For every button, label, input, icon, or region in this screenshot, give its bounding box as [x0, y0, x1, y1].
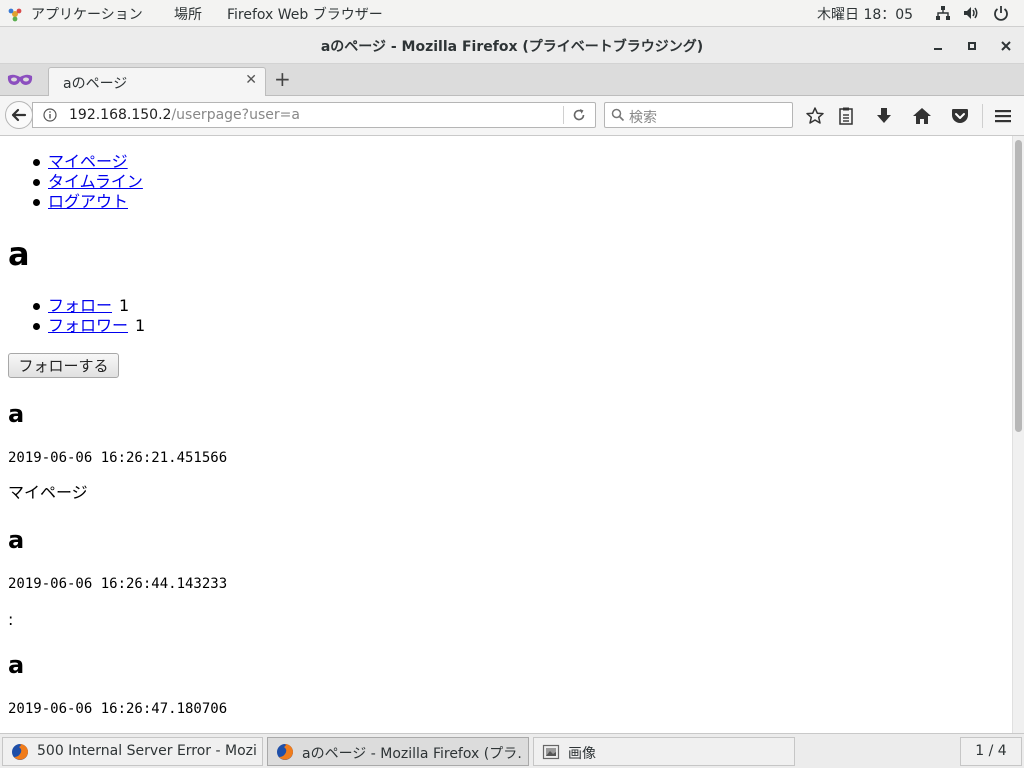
- navigation-toolbar: 192.168.150.2/userpage?user=a 検索: [0, 96, 1024, 136]
- site-nav-list: マイページ タイムライン ログアウト: [0, 152, 143, 212]
- tab-title: aのページ: [63, 76, 128, 92]
- page-scrollbar[interactable]: [1012, 136, 1024, 733]
- post-body: :: [8, 610, 14, 629]
- image-viewer-icon: [542, 744, 560, 760]
- post-timestamp: 2019-06-06 16:26:47.180706: [8, 701, 228, 717]
- power-icon[interactable]: [993, 5, 1009, 21]
- url-divider: [563, 106, 564, 124]
- volume-icon[interactable]: [963, 5, 981, 21]
- firefox-icon: [277, 744, 293, 760]
- follow-button[interactable]: フォローする: [8, 353, 119, 378]
- list-item: タイムライン: [0, 172, 143, 192]
- hamburger-menu-icon[interactable]: [993, 106, 1013, 126]
- scrollbar-thumb[interactable]: [1015, 140, 1022, 432]
- bookmark-star-icon[interactable]: [805, 106, 825, 126]
- window-title: aのページ - Mozilla Firefox (プライベートブラウジング): [320, 39, 704, 55]
- applications-icon[interactable]: [7, 6, 23, 22]
- logout-link[interactable]: ログアウト: [48, 192, 128, 211]
- follow-stats-list: フォロー 1 フォロワー 1: [0, 296, 145, 336]
- post-author: a: [8, 400, 25, 428]
- new-tab-button[interactable]: +: [274, 68, 291, 90]
- places-menu[interactable]: 場所: [174, 4, 202, 24]
- url-host: 192.168.150.2: [69, 107, 172, 123]
- window-list-taskbar: 500 Internal Server Error - Mozilla … aの…: [0, 733, 1024, 768]
- close-icon: [1001, 41, 1011, 51]
- page-content: マイページ タイムライン ログアウト a フォロー 1 フォロワー 1 フォローする…: [0, 136, 1012, 733]
- taskbar-item-label: aのページ - Mozilla Firefox (プラ…: [302, 746, 522, 762]
- list-item: マイページ: [0, 152, 143, 172]
- followers-count: 1: [135, 316, 146, 335]
- taskbar-item-active[interactable]: aのページ - Mozilla Firefox (プラ…: [267, 737, 529, 766]
- list-item: ログアウト: [0, 192, 143, 212]
- pocket-icon[interactable]: [950, 106, 970, 126]
- post-author: a: [8, 651, 25, 679]
- taskbar-item[interactable]: 画像: [533, 737, 795, 766]
- post-body: マイページ: [8, 483, 88, 502]
- close-window-button[interactable]: [996, 36, 1016, 56]
- site-info-icon[interactable]: [43, 108, 57, 122]
- toolbar-divider: [982, 104, 983, 128]
- url-bar[interactable]: 192.168.150.2/userpage?user=a: [32, 102, 596, 128]
- applications-menu[interactable]: アプリケーション: [31, 4, 143, 24]
- list-item: フォロー 1: [0, 296, 145, 316]
- clock[interactable]: 木曜日 18：05: [817, 4, 913, 24]
- back-arrow-icon: [11, 108, 27, 122]
- tab-close-icon[interactable]: ✕: [245, 72, 257, 88]
- taskbar-item[interactable]: 500 Internal Server Error - Mozilla …: [2, 737, 263, 766]
- taskbar-item-label: 画像: [568, 746, 596, 762]
- mypage-link[interactable]: マイページ: [48, 152, 128, 171]
- list-item: フォロワー 1: [0, 316, 145, 336]
- taskbar-item-label: 500 Internal Server Error - Mozilla …: [37, 743, 257, 759]
- workspace-indicator[interactable]: 1 / 4: [960, 737, 1022, 766]
- post-timestamp: 2019-06-06 16:26:21.451566: [8, 450, 228, 466]
- search-icon: [611, 108, 625, 122]
- minimize-icon: [934, 48, 942, 50]
- tab-strip: aのページ ✕ +: [0, 64, 1024, 96]
- timeline-link[interactable]: タイムライン: [48, 172, 143, 191]
- url-path: /userpage?user=a: [171, 107, 300, 123]
- search-placeholder: 検索: [629, 110, 657, 126]
- maximize-icon: [968, 42, 976, 50]
- search-bar[interactable]: 検索: [604, 102, 793, 128]
- followers-link[interactable]: フォロワー: [48, 316, 128, 335]
- network-icon[interactable]: [935, 5, 951, 21]
- maximize-button[interactable]: [962, 36, 982, 56]
- reload-icon[interactable]: [571, 107, 587, 123]
- download-icon[interactable]: [874, 106, 894, 126]
- home-icon[interactable]: [912, 106, 932, 126]
- minimize-button[interactable]: [928, 36, 948, 56]
- back-button[interactable]: [5, 101, 33, 129]
- bookmarks-list-icon[interactable]: [836, 106, 856, 126]
- window-titlebar: aのページ - Mozilla Firefox (プライベートブラウジング): [0, 27, 1024, 64]
- post-author: a: [8, 526, 25, 554]
- private-browsing-mask-icon: [7, 74, 33, 85]
- firefox-icon: [12, 744, 28, 760]
- gnome-top-bar: アプリケーション 場所 Firefox Web ブラウザー 木曜日 18：05: [0, 0, 1024, 27]
- tab-active[interactable]: aのページ ✕: [48, 67, 266, 96]
- following-count: 1: [119, 296, 130, 315]
- page-title-username: a: [8, 235, 30, 273]
- post-timestamp: 2019-06-06 16:26:44.143233: [8, 576, 228, 592]
- url-text[interactable]: 192.168.150.2/userpage?user=a: [69, 107, 300, 123]
- app-menu-firefox[interactable]: Firefox Web ブラウザー: [227, 4, 383, 24]
- following-link[interactable]: フォロー: [48, 296, 112, 315]
